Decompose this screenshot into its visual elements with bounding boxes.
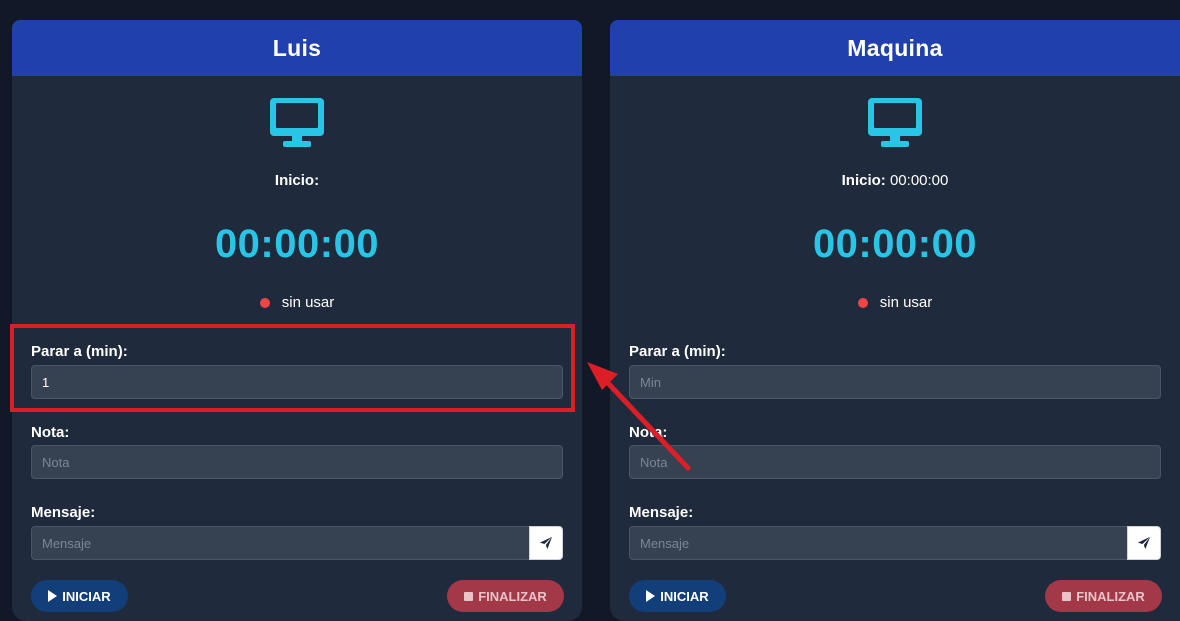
start-time-label: Inicio: xyxy=(274,172,320,189)
card-luis: Luis Inicio: 00:00:00 sin usar Parar a (… xyxy=(12,20,582,621)
stop-icon xyxy=(464,591,474,601)
status-indicator: sin usar xyxy=(12,294,582,311)
monitor-icon xyxy=(270,98,324,147)
timer-display: 00:00:00 xyxy=(214,222,380,266)
monitor-icon xyxy=(868,98,922,147)
note-input[interactable] xyxy=(31,445,563,479)
status-text: sin usar xyxy=(879,294,933,311)
status-dot xyxy=(259,297,270,308)
start-time-label: Inicio: xyxy=(841,172,886,189)
paper-plane-icon xyxy=(1137,536,1151,550)
note-input[interactable] xyxy=(629,445,1161,479)
message-input[interactable] xyxy=(31,526,530,560)
finish-button[interactable]: FINALIZAR xyxy=(447,580,564,612)
card-title: Luis xyxy=(12,20,582,76)
paper-plane-icon xyxy=(539,536,553,550)
send-button[interactable] xyxy=(1127,526,1161,560)
timer-display: 00:00:00 xyxy=(812,222,978,266)
card-title: Maquina xyxy=(610,20,1180,76)
start-button[interactable]: INICIAR xyxy=(31,580,128,612)
note-label: Nota: xyxy=(31,424,70,441)
finish-button[interactable]: FINALIZAR xyxy=(1045,580,1162,612)
stage: Luis Inicio: 00:00:00 sin usar Parar a (… xyxy=(0,0,1180,621)
status-dot xyxy=(857,297,868,308)
start-time-value: 00:00:00 xyxy=(889,172,949,189)
send-button[interactable] xyxy=(529,526,563,560)
message-label: Mensaje: xyxy=(31,504,96,521)
stop-at-input[interactable] xyxy=(629,365,1161,399)
start-time: Inicio: 00:00:00 xyxy=(610,172,1180,189)
start-button[interactable]: INICIAR xyxy=(629,580,726,612)
stop-icon xyxy=(1062,591,1072,601)
stop-at-input[interactable] xyxy=(31,365,563,399)
message-input[interactable] xyxy=(629,526,1128,560)
stop-at-label: Parar a (min): xyxy=(629,343,726,360)
message-label: Mensaje: xyxy=(629,504,694,521)
play-icon xyxy=(48,590,58,602)
stop-at-label: Parar a (min): xyxy=(31,343,128,360)
card-maquina: Maquina Inicio: 00:00:00 00:00:00 sin us… xyxy=(610,20,1180,621)
status-text: sin usar xyxy=(281,294,335,311)
play-icon xyxy=(646,590,656,602)
note-label: Nota: xyxy=(629,424,668,441)
status-indicator: sin usar xyxy=(610,294,1180,311)
start-time: Inicio: xyxy=(12,172,582,189)
